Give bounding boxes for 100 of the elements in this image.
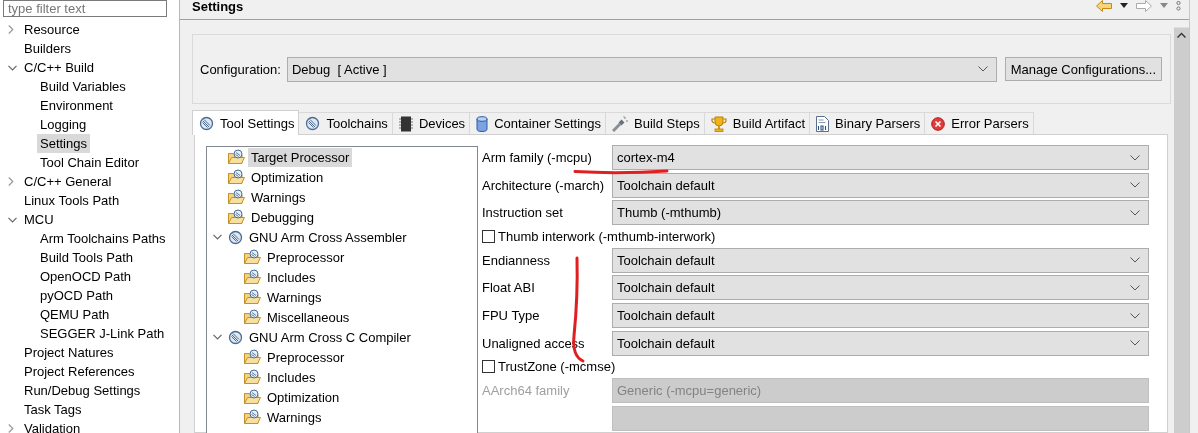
tree-item[interactable]: Target Processor: [248, 147, 353, 167]
tree-item[interactable]: QEMU Path: [37, 305, 113, 324]
filter-field[interactable]: type filter text: [3, 0, 167, 17]
tab[interactable]: Error Parsers: [924, 112, 1034, 134]
tab[interactable]: Toolchains: [298, 112, 393, 134]
cylinder-icon: [476, 115, 489, 132]
chevron-down-icon: [1130, 312, 1140, 319]
tree-item[interactable]: Warnings: [264, 287, 325, 307]
chip-icon: [398, 115, 413, 132]
scrollbar[interactable]: [1174, 27, 1189, 433]
folder-icon: [244, 249, 261, 265]
tab[interactable]: Build Steps: [605, 112, 705, 134]
tree-item[interactable]: C/C++ Build: [21, 58, 98, 77]
chevron-down-icon[interactable]: [213, 234, 222, 240]
tree-item[interactable]: C/C++ General: [21, 172, 115, 191]
forward-arrow-icon[interactable]: [1136, 0, 1152, 12]
chevron-right-icon[interactable]: [8, 25, 14, 34]
tree-item[interactable]: Settings: [37, 134, 90, 153]
tree-item[interactable]: Build Variables: [37, 77, 129, 96]
folder-icon: [244, 409, 261, 425]
folder-icon: [244, 369, 261, 385]
option-dropdown[interactable]: cortex-m4: [612, 145, 1149, 171]
option-dropdown[interactable]: Toolchain default: [612, 303, 1149, 328]
chevron-down-icon[interactable]: [8, 64, 17, 71]
tree-item[interactable]: GNU Arm Cross Assembler: [246, 227, 410, 247]
dial-icon: [199, 115, 214, 131]
tree-item[interactable]: Miscellaneous: [264, 307, 353, 327]
trophy-icon: [710, 115, 727, 132]
back-arrow-icon[interactable]: [1096, 0, 1112, 12]
tree-item[interactable]: Warnings: [264, 407, 325, 427]
chevron-down-icon: [1130, 209, 1140, 216]
tree-item[interactable]: Resource: [21, 20, 83, 39]
option-dropdown[interactable]: Toolchain default: [612, 330, 1149, 356]
chevron-down-icon[interactable]: [213, 334, 222, 340]
tree-item[interactable]: Includes: [264, 367, 319, 387]
tree-item[interactable]: Debugging: [248, 207, 317, 227]
tab[interactable]: Devices: [391, 112, 471, 134]
spray-icon: [612, 115, 629, 132]
configuration-dropdown[interactable]: Debug [ Active ]: [286, 56, 997, 82]
caret-icon[interactable]: [1120, 3, 1128, 8]
option-checkbox[interactable]: Thumb interwork (-mthumb-interwork): [482, 229, 716, 245]
tree-item[interactable]: Preprocessor: [264, 347, 348, 367]
tab[interactable]: Binary Parsers: [809, 112, 926, 134]
tree-item[interactable]: Optimization: [264, 387, 343, 407]
tree-item[interactable]: Builders: [21, 39, 74, 58]
tree-item[interactable]: Build Tools Path: [37, 248, 136, 267]
tree-item[interactable]: Optimization: [248, 167, 327, 187]
error-icon: [931, 116, 946, 131]
tree-item[interactable]: OpenOCD Path: [37, 267, 135, 286]
tree-item[interactable]: Validation: [21, 419, 84, 433]
dial-icon: [228, 329, 243, 345]
tree-item[interactable]: Arm Toolchains Paths: [37, 229, 169, 248]
folder-icon: [228, 169, 245, 185]
tree-item[interactable]: Tool Chain Editor: [37, 153, 142, 172]
manage-configurations-button[interactable]: Manage Configurations...: [1004, 57, 1162, 81]
tree-item[interactable]: SEGGER J-Link Path: [37, 324, 168, 343]
tree-item[interactable]: Linux Tools Path: [21, 191, 123, 210]
option-label: Float ABI: [482, 280, 536, 296]
folder-icon: [228, 149, 245, 165]
option-label: Endianness: [482, 252, 551, 268]
option-dropdown[interactable]: Toolchain default: [612, 275, 1149, 301]
folder-icon: [228, 189, 245, 205]
chevron-right-icon[interactable]: [8, 424, 14, 433]
option-dropdown[interactable]: Toolchain default: [612, 172, 1149, 198]
tree-item[interactable]: Includes: [264, 267, 319, 287]
folder-icon: [244, 309, 261, 325]
folder-icon: [228, 209, 245, 225]
option-label: Instruction set: [482, 205, 564, 221]
option-label: FPU Type: [482, 308, 541, 323]
tree-item[interactable]: Project Natures: [21, 343, 117, 362]
option-dropdown[interactable]: Toolchain default: [612, 247, 1149, 273]
tree-item[interactable]: MCU: [21, 210, 57, 229]
tree-item[interactable]: Environment: [37, 96, 116, 115]
chevron-down-icon: [1130, 182, 1140, 189]
chevron-down-icon: [1130, 154, 1140, 161]
tab[interactable]: Container Settings: [469, 112, 607, 134]
chevron-down-icon: [1130, 285, 1140, 291]
option-dropdown[interactable]: Thumb (-mthumb): [612, 200, 1149, 226]
folder-icon: [244, 389, 261, 405]
chevron-down-icon: [977, 66, 988, 72]
scroll-up-icon: [1177, 32, 1186, 38]
tree-item[interactable]: pyOCD Path: [37, 286, 116, 305]
menu-icon[interactable]: [1176, 0, 1181, 12]
chevron-right-icon[interactable]: [8, 177, 14, 186]
folder-icon: [244, 349, 261, 365]
option-checkbox[interactable]: TrustZone (-mcmse): [482, 359, 616, 375]
page-title: Settings: [192, 0, 244, 14]
configuration-label: Configuration:: [200, 61, 281, 77]
tree-item[interactable]: Task Tags: [21, 400, 85, 419]
tree-item[interactable]: Run/Debug Settings: [21, 381, 144, 400]
tab[interactable]: Tool Settings: [192, 110, 300, 135]
tree-item[interactable]: Preprocessor: [264, 247, 348, 267]
tree-item[interactable]: GNU Arm Cross C Compiler: [246, 327, 414, 347]
option-label: AArch64 family: [482, 383, 571, 399]
tree-item[interactable]: Warnings: [248, 187, 309, 207]
tree-item[interactable]: Logging: [37, 115, 90, 134]
chevron-down-icon[interactable]: [8, 216, 17, 223]
option-label: Architecture (-march): [482, 177, 606, 193]
tree-item[interactable]: Project References: [21, 362, 138, 381]
tab[interactable]: Build Artifact: [703, 112, 811, 134]
